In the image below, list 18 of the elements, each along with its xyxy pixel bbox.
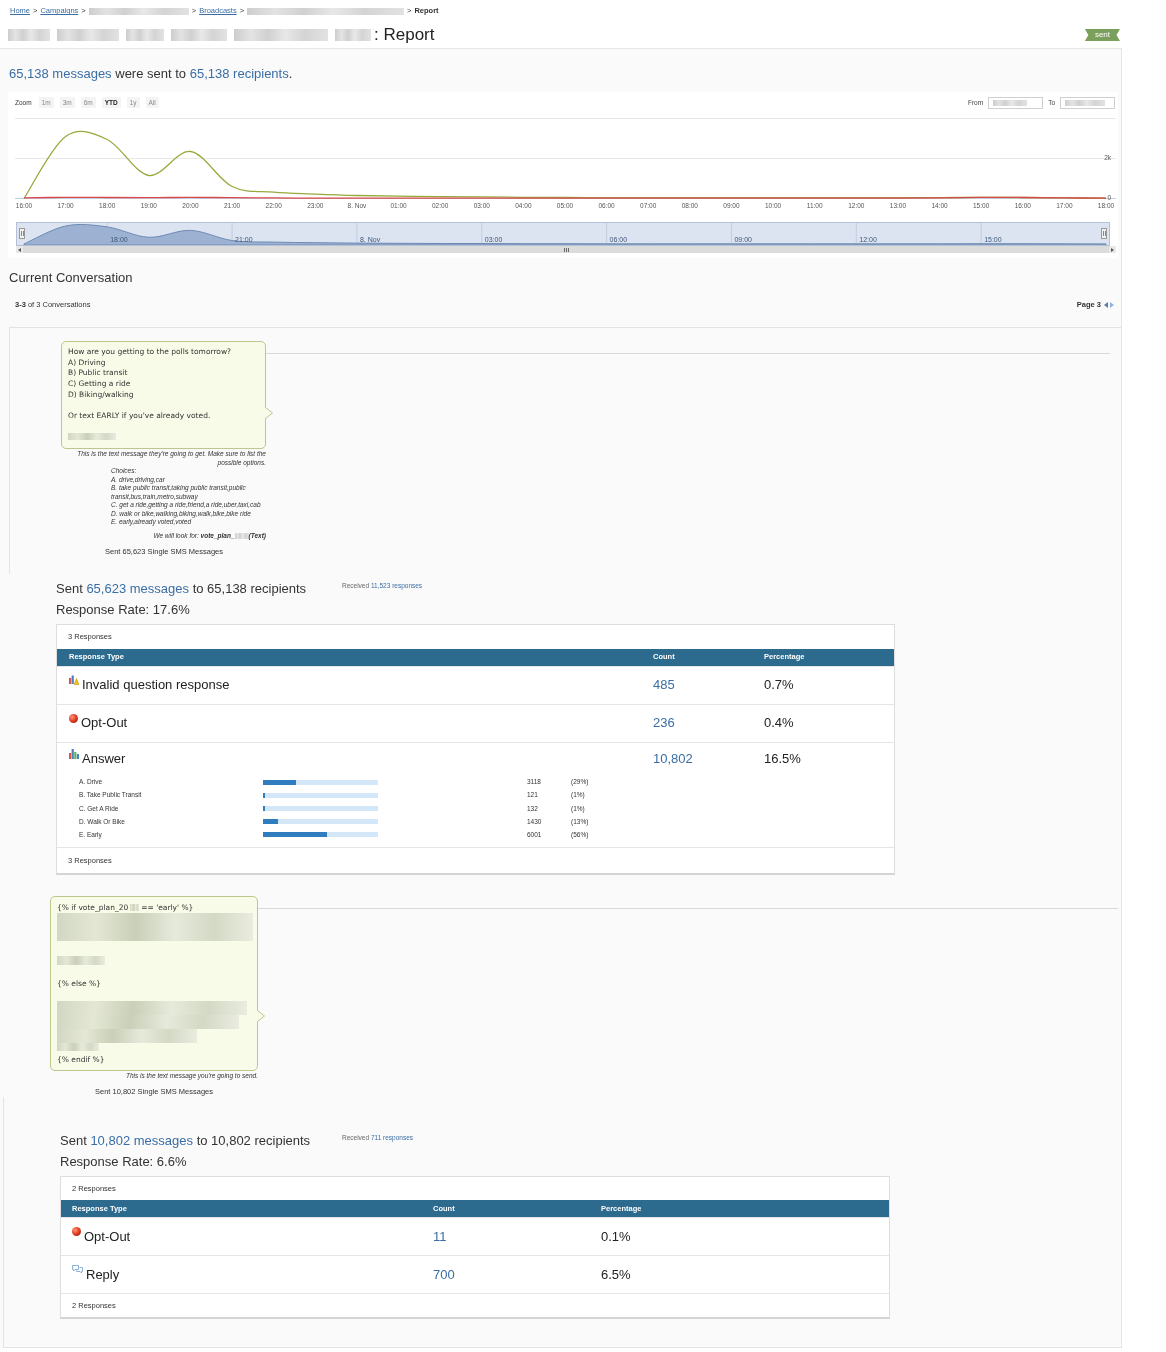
sent-summary-text: Sent 10,802 messages to 10,802 recipients — [60, 1132, 312, 1149]
sent-summary-text: Sent 65,623 messages to 65,138 recipients — [56, 580, 308, 597]
summary-text: 65,138 messages were sent to 65,138 recipients. — [8, 65, 294, 83]
response-type-label: Invalid question response — [82, 676, 230, 695]
section-heading: Current Conversation — [9, 269, 133, 288]
response-rate-text: Response Rate: 6.6% — [60, 1153, 188, 1170]
response-type-label: Answer — [82, 750, 126, 769]
response-type-label: Opt-Out — [84, 1227, 131, 1246]
percentage-text: 0.1% — [601, 1227, 631, 1246]
percentage-text: 0.7% — [764, 676, 794, 695]
percentage-text: 6.5% — [601, 1265, 631, 1284]
status-badge: sent — [1084, 29, 1120, 41]
response-type-label: Opt-Out — [81, 714, 128, 733]
response-rate-text: Response Rate: 17.6% — [56, 601, 191, 618]
page-title: : Report — [374, 25, 435, 45]
percentage-text: 0.4% — [764, 714, 794, 733]
response-type-label: Reply — [86, 1265, 120, 1284]
percentage-text: 16.5% — [764, 750, 801, 769]
